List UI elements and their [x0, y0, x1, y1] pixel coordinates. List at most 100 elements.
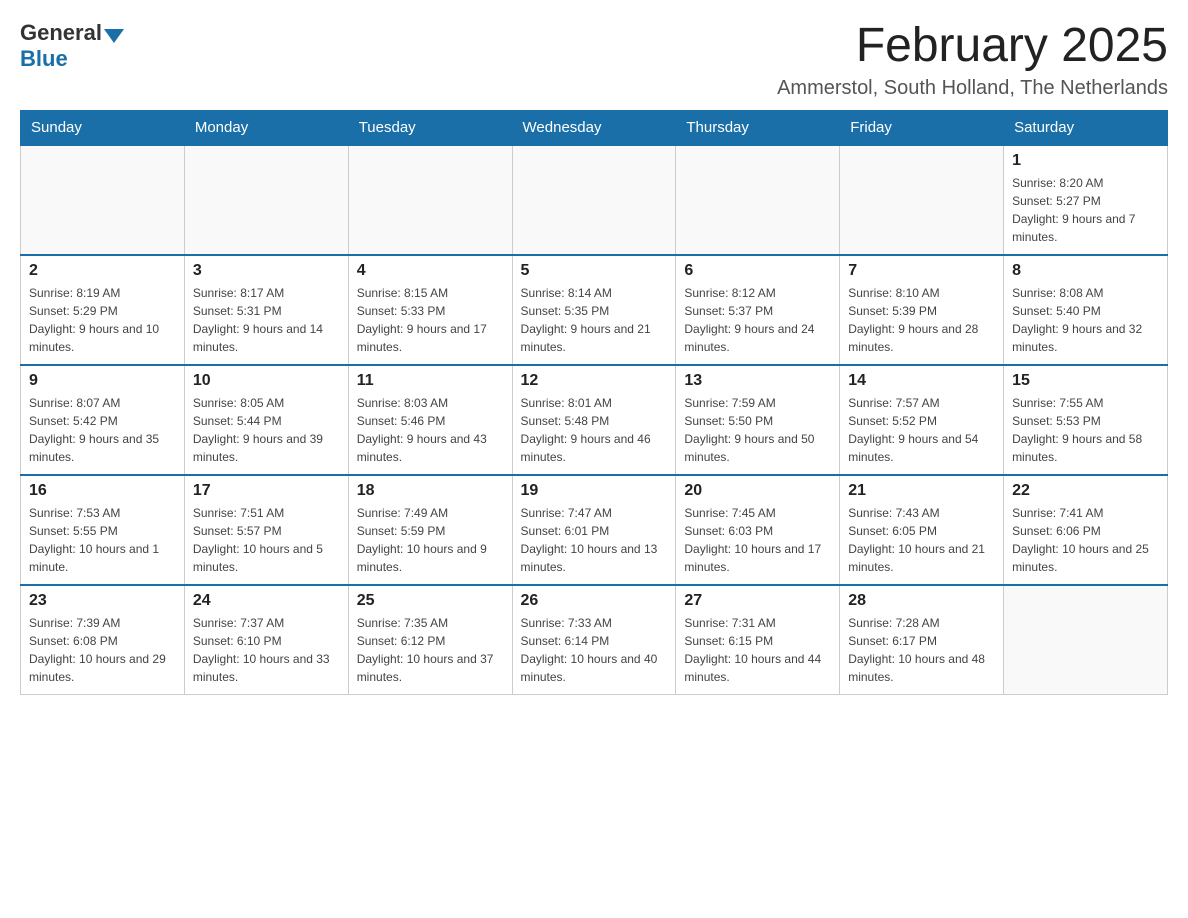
logo-arrow-icon — [104, 29, 124, 43]
day-info: Sunrise: 7:37 AMSunset: 6:10 PMDaylight:… — [193, 614, 340, 686]
day-number: 5 — [521, 262, 668, 280]
month-year-title: February 2025 — [777, 20, 1168, 73]
calendar-cell: 17 Sunrise: 7:51 AMSunset: 5:57 PMDayligh… — [184, 475, 348, 585]
calendar-week-row: 1 Sunrise: 8:20 AMSunset: 5:27 PMDaylight… — [21, 145, 1168, 255]
day-info: Sunrise: 7:45 AMSunset: 6:03 PMDaylight:… — [684, 504, 831, 576]
day-info: Sunrise: 8:20 AMSunset: 5:27 PMDaylight:… — [1012, 174, 1159, 246]
calendar-cell: 6 Sunrise: 8:12 AMSunset: 5:37 PMDaylight… — [676, 255, 840, 365]
day-info: Sunrise: 8:19 AMSunset: 5:29 PMDaylight:… — [29, 284, 176, 356]
calendar-header-friday: Friday — [840, 110, 1004, 145]
day-number: 13 — [684, 372, 831, 390]
day-info: Sunrise: 7:51 AMSunset: 5:57 PMDaylight:… — [193, 504, 340, 576]
day-info: Sunrise: 8:10 AMSunset: 5:39 PMDaylight:… — [848, 284, 995, 356]
day-info: Sunrise: 8:12 AMSunset: 5:37 PMDaylight:… — [684, 284, 831, 356]
day-number: 17 — [193, 482, 340, 500]
day-info: Sunrise: 7:43 AMSunset: 6:05 PMDaylight:… — [848, 504, 995, 576]
day-info: Sunrise: 7:47 AMSunset: 6:01 PMDaylight:… — [521, 504, 668, 576]
calendar-cell: 11 Sunrise: 8:03 AMSunset: 5:46 PMDayligh… — [348, 365, 512, 475]
calendar-cell: 20 Sunrise: 7:45 AMSunset: 6:03 PMDayligh… — [676, 475, 840, 585]
day-number: 20 — [684, 482, 831, 500]
day-number: 22 — [1012, 482, 1159, 500]
calendar-cell: 10 Sunrise: 8:05 AMSunset: 5:44 PMDayligh… — [184, 365, 348, 475]
day-info: Sunrise: 7:59 AMSunset: 5:50 PMDaylight:… — [684, 394, 831, 466]
day-number: 6 — [684, 262, 831, 280]
day-number: 1 — [1012, 152, 1159, 170]
day-number: 4 — [357, 262, 504, 280]
calendar-cell: 3Sunrise: 8:17 AMSunset: 5:31 PMDaylight… — [184, 255, 348, 365]
calendar-cell — [21, 145, 185, 255]
calendar-header-row: SundayMondayTuesdayWednesdayThursdayFrid… — [21, 110, 1168, 145]
calendar-header-thursday: Thursday — [676, 110, 840, 145]
calendar-cell: 27Sunrise: 7:31 AMSunset: 6:15 PMDayligh… — [676, 585, 840, 695]
calendar-cell — [184, 145, 348, 255]
day-info: Sunrise: 7:57 AMSunset: 5:52 PMDaylight:… — [848, 394, 995, 466]
day-number: 2 — [29, 262, 176, 280]
day-number: 28 — [848, 592, 995, 610]
day-number: 14 — [848, 372, 995, 390]
day-number: 26 — [521, 592, 668, 610]
day-number: 7 — [848, 262, 995, 280]
calendar-cell: 2 Sunrise: 8:19 AMSunset: 5:29 PMDaylight… — [21, 255, 185, 365]
day-info: Sunrise: 8:07 AMSunset: 5:42 PMDaylight:… — [29, 394, 176, 466]
day-number: 3 — [193, 262, 340, 280]
calendar-cell: 15 Sunrise: 7:55 AMSunset: 5:53 PMDayligh… — [1004, 365, 1168, 475]
day-info: Sunrise: 8:08 AMSunset: 5:40 PMDaylight:… — [1012, 284, 1159, 356]
calendar-header-saturday: Saturday — [1004, 110, 1168, 145]
calendar-cell: 21 Sunrise: 7:43 AMSunset: 6:05 PMDayligh… — [840, 475, 1004, 585]
day-number: 8 — [1012, 262, 1159, 280]
calendar-cell: 19 Sunrise: 7:47 AMSunset: 6:01 PMDayligh… — [512, 475, 676, 585]
logo-blue-text: Blue — [20, 46, 68, 71]
calendar-cell — [348, 145, 512, 255]
calendar-cell: 16 Sunrise: 7:53 AMSunset: 5:55 PMDayligh… — [21, 475, 185, 585]
calendar-cell: 13 Sunrise: 7:59 AMSunset: 5:50 PMDayligh… — [676, 365, 840, 475]
calendar-cell — [1004, 585, 1168, 695]
day-number: 25 — [357, 592, 504, 610]
calendar-cell — [676, 145, 840, 255]
day-info: Sunrise: 8:15 AMSunset: 5:33 PMDaylight:… — [357, 284, 504, 356]
calendar-cell: 23Sunrise: 7:39 AMSunset: 6:08 PMDayligh… — [21, 585, 185, 695]
calendar-week-row: 9 Sunrise: 8:07 AMSunset: 5:42 PMDaylight… — [21, 365, 1168, 475]
day-info: Sunrise: 7:55 AMSunset: 5:53 PMDaylight:… — [1012, 394, 1159, 466]
calendar-week-row: 2 Sunrise: 8:19 AMSunset: 5:29 PMDaylight… — [21, 255, 1168, 365]
day-info: Sunrise: 7:39 AMSunset: 6:08 PMDaylight:… — [29, 614, 176, 686]
calendar-header-monday: Monday — [184, 110, 348, 145]
day-number: 24 — [193, 592, 340, 610]
day-number: 16 — [29, 482, 176, 500]
day-number: 18 — [357, 482, 504, 500]
day-info: Sunrise: 8:14 AMSunset: 5:35 PMDaylight:… — [521, 284, 668, 356]
calendar-cell: 18 Sunrise: 7:49 AMSunset: 5:59 PMDayligh… — [348, 475, 512, 585]
day-number: 10 — [193, 372, 340, 390]
day-info: Sunrise: 7:33 AMSunset: 6:14 PMDaylight:… — [521, 614, 668, 686]
location-subtitle: Ammerstol, South Holland, The Netherland… — [777, 77, 1168, 100]
calendar-cell: 7 Sunrise: 8:10 AMSunset: 5:39 PMDaylight… — [840, 255, 1004, 365]
page-header: General Blue February 2025 Ammerstol, So… — [20, 20, 1168, 100]
calendar-cell: 5 Sunrise: 8:14 AMSunset: 5:35 PMDaylight… — [512, 255, 676, 365]
day-info: Sunrise: 8:05 AMSunset: 5:44 PMDaylight:… — [193, 394, 340, 466]
calendar-cell: 22 Sunrise: 7:41 AMSunset: 6:06 PMDayligh… — [1004, 475, 1168, 585]
day-number: 9 — [29, 372, 176, 390]
calendar-header-tuesday: Tuesday — [348, 110, 512, 145]
calendar-cell: 26 Sunrise: 7:33 AMSunset: 6:14 PMDayligh… — [512, 585, 676, 695]
day-number: 19 — [521, 482, 668, 500]
day-info: Sunrise: 8:01 AMSunset: 5:48 PMDaylight:… — [521, 394, 668, 466]
calendar-header-wednesday: Wednesday — [512, 110, 676, 145]
calendar-cell: 28Sunrise: 7:28 AMSunset: 6:17 PMDayligh… — [840, 585, 1004, 695]
logo-general-text: General — [20, 20, 102, 46]
logo: General Blue — [20, 20, 126, 72]
calendar-cell — [840, 145, 1004, 255]
day-info: Sunrise: 7:49 AMSunset: 5:59 PMDaylight:… — [357, 504, 504, 576]
day-number: 11 — [357, 372, 504, 390]
day-info: Sunrise: 7:41 AMSunset: 6:06 PMDaylight:… — [1012, 504, 1159, 576]
calendar-header-sunday: Sunday — [21, 110, 185, 145]
title-section: February 2025 Ammerstol, South Holland, … — [777, 20, 1168, 100]
calendar-week-row: 16 Sunrise: 7:53 AMSunset: 5:55 PMDayligh… — [21, 475, 1168, 585]
calendar-week-row: 23Sunrise: 7:39 AMSunset: 6:08 PMDayligh… — [21, 585, 1168, 695]
calendar-cell: 25 Sunrise: 7:35 AMSunset: 6:12 PMDayligh… — [348, 585, 512, 695]
day-number: 12 — [521, 372, 668, 390]
day-info: Sunrise: 7:35 AMSunset: 6:12 PMDaylight:… — [357, 614, 504, 686]
day-number: 21 — [848, 482, 995, 500]
day-number: 15 — [1012, 372, 1159, 390]
day-info: Sunrise: 7:53 AMSunset: 5:55 PMDaylight:… — [29, 504, 176, 576]
day-info: Sunrise: 8:03 AMSunset: 5:46 PMDaylight:… — [357, 394, 504, 466]
calendar-cell — [512, 145, 676, 255]
